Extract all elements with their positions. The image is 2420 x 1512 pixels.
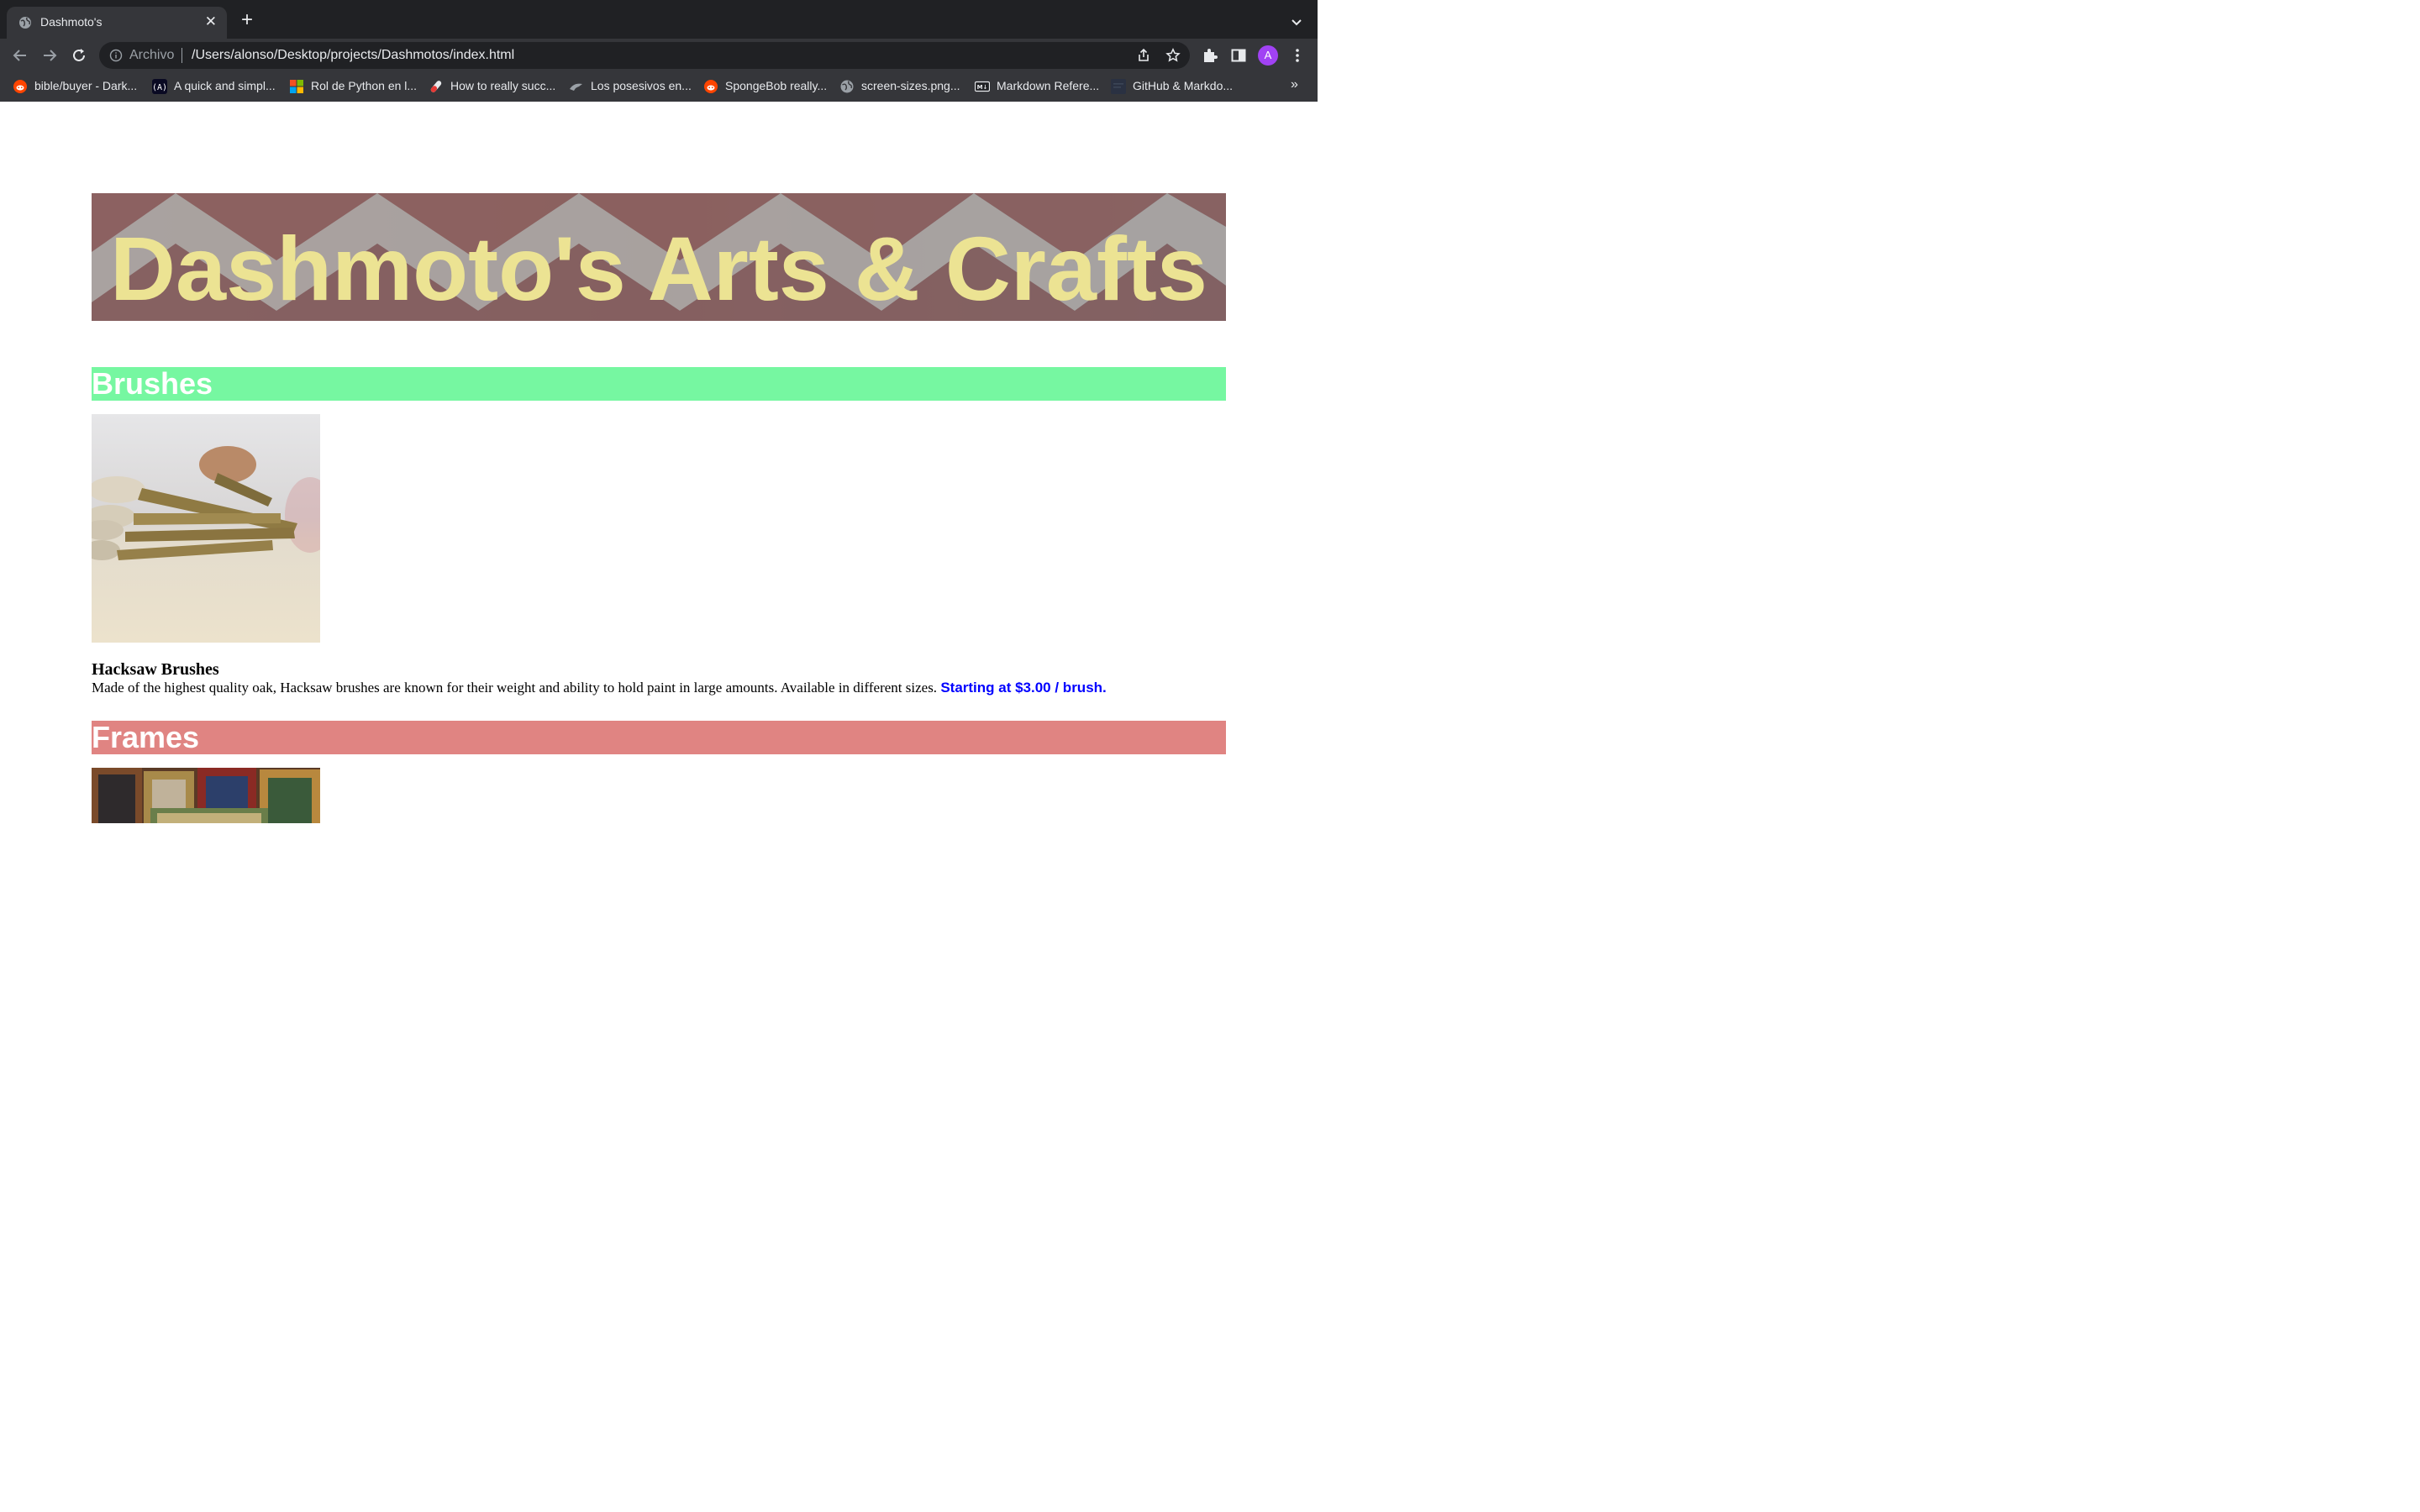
url-text[interactable]: /Users/alonso/Desktop/projects/Dashmotos… (192, 48, 514, 63)
svg-text:M↓: M↓ (977, 84, 988, 91)
description-text: Made of the highest quality oak, Hacksaw… (92, 680, 938, 696)
banner: Dashmoto's Arts & Crafts (92, 193, 1226, 321)
puzzle-extensions-icon[interactable] (1201, 46, 1219, 65)
svg-text:(A): (A) (152, 83, 167, 92)
kebab-menu-icon[interactable] (1288, 46, 1307, 65)
tab-title: Dashmoto's (40, 15, 103, 29)
site-title: Dashmoto's Arts & Crafts (110, 218, 1207, 319)
reddit-icon (704, 80, 718, 93)
bird-icon (570, 83, 582, 91)
section-heading-brushes: Brushes (92, 367, 1226, 401)
markdown-icon: M↓ (975, 81, 990, 92)
section-heading-frames: Frames (92, 721, 1226, 754)
freecodecamp-icon: (A) (152, 79, 167, 94)
star-icon[interactable] (1165, 48, 1181, 63)
scheme-label: Archivo (129, 48, 175, 62)
github-icon (1111, 79, 1126, 94)
pill-icon (430, 81, 442, 92)
toolbar: Archivo /Users/alonso/Desktop/projects/D… (0, 39, 1318, 72)
product-image-brushes (92, 414, 320, 643)
back-arrow-icon[interactable] (11, 46, 29, 65)
microsoft-icon (290, 80, 303, 93)
bookmarks-bar: bible/buyer - Dark... (A) A quick and si… (0, 72, 1318, 102)
share-icon[interactable] (1136, 48, 1151, 63)
product-image-frames (92, 768, 320, 823)
tab-strip: Dashmoto's ✕ + (0, 0, 1318, 39)
close-tab-icon[interactable]: ✕ (205, 14, 217, 29)
product-description: Made of the highest quality oak, Hacksaw… (92, 680, 1107, 696)
globe-icon (19, 17, 31, 29)
globe-icon (840, 80, 854, 93)
product-name: Hacksaw Brushes (92, 660, 219, 679)
side-panel-icon[interactable] (1229, 46, 1248, 65)
profile-avatar[interactable]: A (1258, 45, 1278, 66)
reload-icon[interactable] (70, 46, 88, 65)
reddit-icon (13, 80, 27, 93)
tab-active[interactable]: Dashmoto's ✕ (7, 7, 227, 39)
browser-chrome: Dashmoto's ✕ + Archivo /Users/alonso/Des… (0, 0, 1318, 102)
chevron-down-icon[interactable] (1288, 13, 1305, 30)
address-bar[interactable]: Archivo /Users/alonso/Desktop/projects/D… (99, 42, 1190, 69)
new-tab-icon[interactable]: + (238, 10, 256, 30)
info-icon[interactable] (109, 49, 123, 62)
forward-arrow-icon[interactable] (40, 46, 59, 65)
bookmarks-overflow-button[interactable]: » (1291, 77, 1298, 92)
price-text: Starting at $3.00 / brush. (940, 680, 1107, 696)
